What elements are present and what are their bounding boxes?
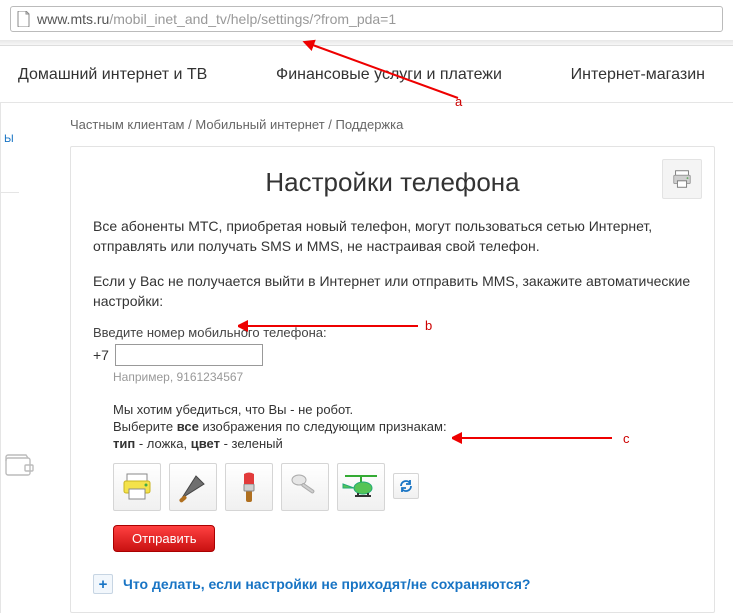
url-text: www.mts.ru/mobil_inet_and_tv/help/settin… — [37, 11, 396, 27]
nav-shop[interactable]: Интернет-магазин — [571, 66, 705, 84]
captcha-option-trowel[interactable] — [169, 463, 217, 511]
refresh-icon — [398, 478, 414, 494]
wallet-icon[interactable] — [5, 453, 35, 482]
breadcrumb-link[interactable]: Частным клиентам — [70, 117, 185, 132]
captcha-text: Выберите все изображения по следующим пр… — [113, 419, 692, 434]
captcha-option-brush[interactable] — [225, 463, 273, 511]
captcha-refresh-button[interactable] — [393, 473, 419, 499]
captcha-text: Мы хотим убедиться, что Вы - не робот. — [113, 402, 692, 417]
captcha-block: Мы хотим убедиться, что Вы - не робот. В… — [113, 402, 692, 511]
breadcrumb: Частным клиентам / Мобильный интернет / … — [70, 117, 715, 132]
accordion-title[interactable]: Что делать, если настройки не приходят/н… — [123, 576, 530, 592]
phone-input[interactable] — [115, 344, 263, 366]
captcha-option-spoon[interactable] — [281, 463, 329, 511]
accordion-item: + Что делать, если настройки не приходят… — [93, 574, 692, 594]
helicopter-icon — [341, 470, 381, 504]
phone-label: Введите номер мобильного телефона: — [93, 325, 692, 340]
printer-icon — [120, 470, 154, 504]
main-card: Настройки телефона Все абоненты МТС, при… — [70, 146, 715, 613]
phone-example: Например, 9161234567 — [113, 370, 692, 384]
top-nav: Домашний интернет и ТВ Финансовые услуги… — [0, 46, 733, 102]
nav-home-internet-tv[interactable]: Домашний интернет и ТВ — [18, 66, 207, 84]
browser-address-bar[interactable]: www.mts.ru/mobil_inet_and_tv/help/settin… — [10, 6, 723, 32]
print-button[interactable] — [662, 159, 702, 199]
left-sidebar: Ы — [0, 103, 58, 613]
breadcrumb-link[interactable]: Мобильный интернет — [195, 117, 324, 132]
page-title: Настройки телефона — [93, 167, 692, 198]
nav-finance[interactable]: Финансовые услуги и платежи — [276, 66, 502, 84]
submit-button[interactable]: Отправить — [113, 525, 215, 552]
brush-icon — [232, 470, 266, 504]
sidebar-stub: Ы — [1, 133, 19, 193]
breadcrumb-link[interactable]: Поддержка — [336, 117, 404, 132]
printer-icon — [671, 168, 693, 190]
captcha-text: тип - ложка, цвет - зеленый — [113, 436, 692, 451]
intro-text: Если у Вас не получается выйти в Интерне… — [93, 271, 692, 312]
intro-text: Все абоненты МТС, приобретая новый телеф… — [93, 216, 692, 257]
spoon-icon — [288, 470, 322, 504]
captcha-option-helicopter[interactable] — [337, 463, 385, 511]
captcha-option-printer[interactable] — [113, 463, 161, 511]
phone-prefix: +7 — [93, 347, 109, 363]
expand-button[interactable]: + — [93, 574, 113, 594]
trowel-icon — [176, 470, 210, 504]
captcha-images — [113, 463, 692, 511]
page-icon — [17, 11, 31, 27]
